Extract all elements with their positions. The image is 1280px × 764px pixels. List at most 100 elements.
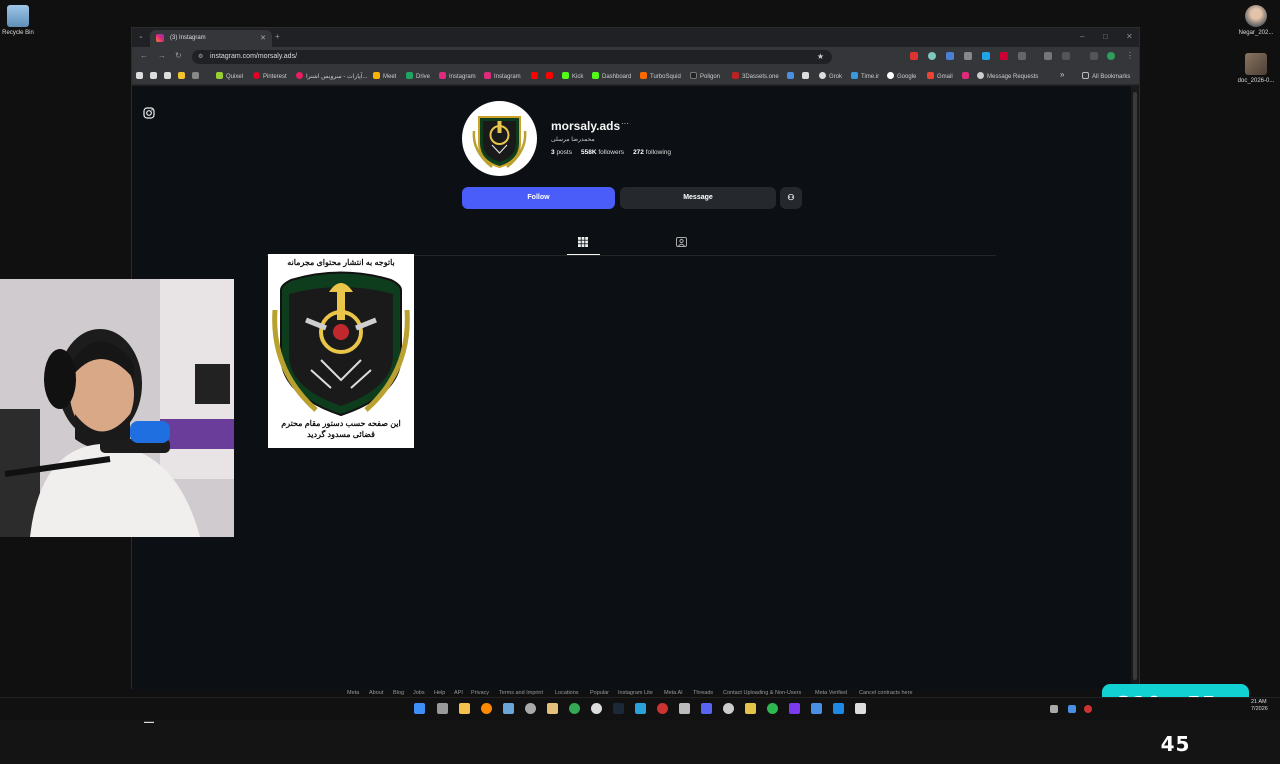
posts-grid-tab-icon[interactable] (578, 237, 588, 247)
more-options-icon[interactable]: ··· (621, 119, 629, 128)
footer-link[interactable]: Meta AI (664, 690, 683, 696)
extensions-puzzle-icon[interactable] (1018, 52, 1026, 60)
more-bookmarks-icon[interactable]: » (1060, 70, 1064, 79)
discord-icon[interactable] (701, 703, 712, 714)
footer-link[interactable]: Popular (590, 690, 609, 696)
bookmark-folder[interactable] (136, 72, 146, 80)
footer-link[interactable]: Contact Uploading & Non-Users (723, 690, 801, 696)
bookmark-folder[interactable] (150, 72, 160, 80)
url-input[interactable]: ⚙ instagram.com/morsaly.ads/ ★ (192, 50, 832, 64)
tagged-tab-icon[interactable] (676, 237, 687, 247)
bluetooth-icon[interactable] (1068, 705, 1076, 713)
footer-link[interactable]: Cancel contracts here (859, 690, 913, 696)
extension-icon[interactable] (964, 52, 972, 60)
bookmark-gmail[interactable]: Gmail (927, 72, 953, 80)
bookmark-instagram[interactable]: Instagram (439, 72, 476, 80)
footer-link[interactable]: Privacy (471, 690, 489, 696)
following-count[interactable]: 272 following (633, 149, 671, 156)
post-thumbnail[interactable]: باتوجه به انتشار محتوای مجرمانه این صفحه… (268, 254, 414, 448)
telegram-icon[interactable] (635, 703, 646, 714)
footer-link[interactable]: Locations (555, 690, 579, 696)
desktop-file-negar[interactable]: Negar_202... (1226, 5, 1280, 36)
footer-link[interactable]: Blog (393, 690, 404, 696)
message-button[interactable]: Message (620, 187, 776, 209)
bookmark-folder[interactable] (178, 72, 188, 80)
footer-link[interactable]: Terms and Imprint (499, 690, 543, 696)
app-icon[interactable] (811, 703, 822, 714)
posts-count[interactable]: 3 posts (551, 149, 572, 156)
suggested-users-button[interactable]: ⚇ (780, 187, 802, 209)
password-key-icon[interactable] (1044, 52, 1052, 60)
bookmark-drive[interactable]: Drive (406, 72, 430, 80)
footer-link[interactable]: Meta Verified (815, 690, 847, 696)
extension-icon[interactable] (928, 52, 936, 60)
obs-icon[interactable] (657, 703, 668, 714)
app-icon[interactable] (745, 703, 756, 714)
task-view-icon[interactable] (437, 703, 448, 714)
bookmark-poligon[interactable]: Poligon (690, 72, 720, 80)
extension-icon[interactable] (910, 52, 918, 60)
footer-link[interactable]: Meta (347, 690, 359, 696)
bookmark-youtube[interactable] (546, 72, 556, 80)
bookmark-star-icon[interactable]: ★ (817, 52, 824, 61)
bookmark-youtube[interactable] (531, 72, 541, 80)
app-icon[interactable] (855, 703, 866, 714)
bookmark-turbosquid[interactable]: TurboSquid (640, 72, 681, 80)
site-info-icon[interactable]: ⚙ (198, 53, 203, 60)
bookmark-dashboard[interactable]: Dashboard (592, 72, 631, 80)
profile-avatar-icon[interactable] (1107, 52, 1115, 60)
r-app-icon[interactable] (789, 703, 800, 714)
close-tab-icon[interactable]: ✕ (260, 34, 266, 42)
tray-icon[interactable] (1084, 705, 1092, 713)
bookmark-message-requests[interactable]: Message Requests (977, 72, 1038, 80)
bookmark-meet[interactable]: Meet (373, 72, 396, 80)
search-icon[interactable] (481, 703, 492, 714)
followers-count[interactable]: 558K followers (581, 149, 624, 156)
bookmark-instagram[interactable]: Instagram (484, 72, 521, 80)
footer-link[interactable]: Help (434, 690, 445, 696)
bookmark-grok[interactable]: Grok (819, 72, 842, 80)
wordpad-icon[interactable] (591, 703, 602, 714)
steam-icon[interactable] (613, 703, 624, 714)
bookmark-3dassets[interactable]: 3Dassets.one (732, 72, 779, 80)
footer-link[interactable]: API (454, 690, 463, 696)
system-clock[interactable]: 21 AM 7/2026 (1251, 699, 1268, 713)
instagram-logo-icon[interactable] (143, 107, 155, 119)
follow-button[interactable]: Follow (462, 187, 615, 209)
apps-grid[interactable] (192, 72, 202, 80)
bookmark-unnamed[interactable] (787, 72, 797, 80)
chatgpt-icon[interactable] (723, 703, 734, 714)
scrollbar-thumb[interactable] (1133, 92, 1137, 680)
extension-icon[interactable] (946, 52, 954, 60)
bookmark-kick[interactable]: Kick (562, 72, 583, 80)
settings-gear-icon[interactable] (525, 703, 536, 714)
bookmark-folder[interactable] (164, 72, 174, 80)
page-scrollbar[interactable] (1131, 86, 1139, 690)
profile-avatar[interactable] (462, 101, 537, 176)
start-windows-icon[interactable] (414, 703, 425, 714)
tab-search-icon[interactable]: ⌄ (138, 32, 144, 40)
bookmark-aparat[interactable]: آپارات - سرویس اشترا... (296, 72, 367, 80)
file-explorer-icon[interactable] (459, 703, 470, 714)
footer-link[interactable]: Jobs (413, 690, 425, 696)
all-bookmarks[interactable]: All Bookmarks (1082, 72, 1130, 80)
side-panel-icon[interactable] (1090, 52, 1098, 60)
bookmark-pinterest[interactable]: Pinterest (253, 72, 287, 80)
extension-icon[interactable] (1000, 52, 1008, 60)
bookmark-google[interactable]: Google (887, 72, 916, 80)
bookmark-timeir[interactable]: Time.ir (851, 72, 879, 80)
xbox-icon[interactable] (767, 703, 778, 714)
new-tab-icon[interactable]: + (275, 32, 280, 41)
footer-link[interactable]: About (369, 690, 383, 696)
translate-icon[interactable] (1062, 52, 1070, 60)
footer-link[interactable]: Instagram Lite (618, 690, 653, 696)
close-window-icon[interactable]: ✕ (1126, 32, 1133, 41)
footer-link[interactable]: Threads (693, 690, 713, 696)
maximize-icon[interactable]: □ (1103, 32, 1108, 41)
minimize-icon[interactable]: – (1080, 32, 1084, 41)
recycle-bin-shortcut[interactable]: Recycle Bin (0, 5, 48, 36)
calculator-icon[interactable] (679, 703, 690, 714)
bookmark-instagram[interactable] (962, 72, 972, 80)
mail-icon[interactable] (503, 703, 514, 714)
extension-icon[interactable] (982, 52, 990, 60)
